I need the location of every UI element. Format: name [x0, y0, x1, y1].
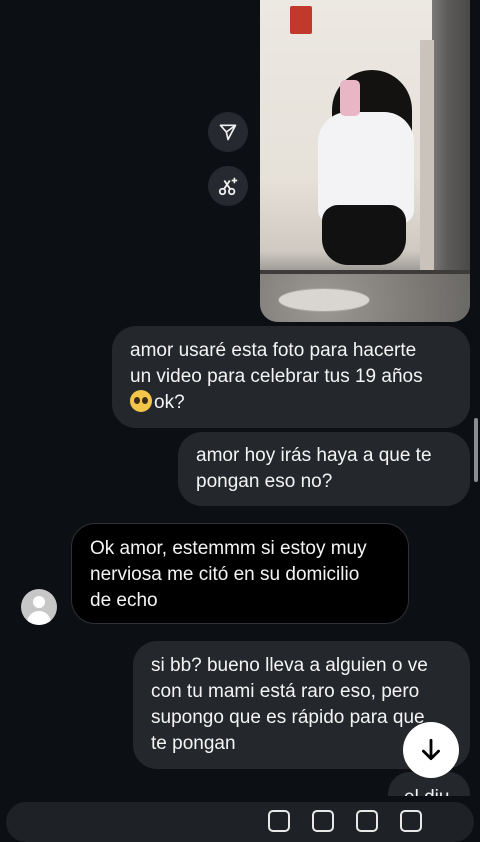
default-avatar-icon[interactable]: [21, 589, 57, 625]
sticker-icon[interactable]: [356, 810, 378, 832]
gallery-icon[interactable]: [312, 810, 334, 832]
message-line: ok?: [130, 390, 452, 416]
plus-icon[interactable]: [400, 810, 422, 832]
ai-edit-button[interactable]: [208, 166, 248, 206]
message-line: amor usaré esta foto para hacerte: [130, 340, 417, 361]
message-line: de echo: [90, 590, 158, 611]
message-bubble-received[interactable]: Ok amor, estemmm si estoy muy nerviosa m…: [71, 523, 409, 624]
mic-icon[interactable]: [268, 810, 290, 832]
arrow-down-icon: [422, 738, 440, 761]
photo-person-shorts: [322, 205, 406, 265]
scroll-to-bottom-button[interactable]: [403, 722, 459, 778]
avatar-body: [27, 611, 51, 625]
message-line: si bb? bueno lleva a alguien o ve: [151, 655, 428, 676]
message-composer: [0, 796, 480, 842]
message-line: nerviosa me citó en su domicilio: [90, 564, 360, 585]
scissors-sparkle-icon: [218, 177, 238, 196]
photo-door-frame: [420, 40, 434, 270]
message-line: con tu mami está raro eso, pero: [151, 681, 420, 702]
pleading-face-emoji: [130, 390, 152, 412]
paper-plane-icon: [219, 124, 237, 141]
avatar-head: [33, 596, 45, 608]
scrollbar[interactable]: [474, 418, 478, 482]
message-line: pongan eso no?: [196, 471, 333, 492]
message-line: supongo que es rápido para que: [151, 707, 425, 728]
message-line: Ok amor, estemmm si estoy muy: [90, 538, 367, 559]
photo-wall: [432, 0, 470, 280]
photo-fire-sign: [290, 6, 312, 34]
message-line: un video para celebrar tus 19 años: [130, 366, 423, 387]
message-bubble-sent[interactable]: amor hoy irás haya a que te pongan eso n…: [178, 432, 470, 506]
message-bubble-sent[interactable]: amor usaré esta foto para hacerte un vid…: [112, 326, 470, 428]
shared-photo[interactable]: [260, 0, 470, 322]
message-line: amor hoy irás haya a que te: [196, 445, 432, 466]
share-button[interactable]: [208, 112, 248, 152]
photo-sink: [278, 288, 370, 312]
photo-phone: [340, 80, 360, 116]
